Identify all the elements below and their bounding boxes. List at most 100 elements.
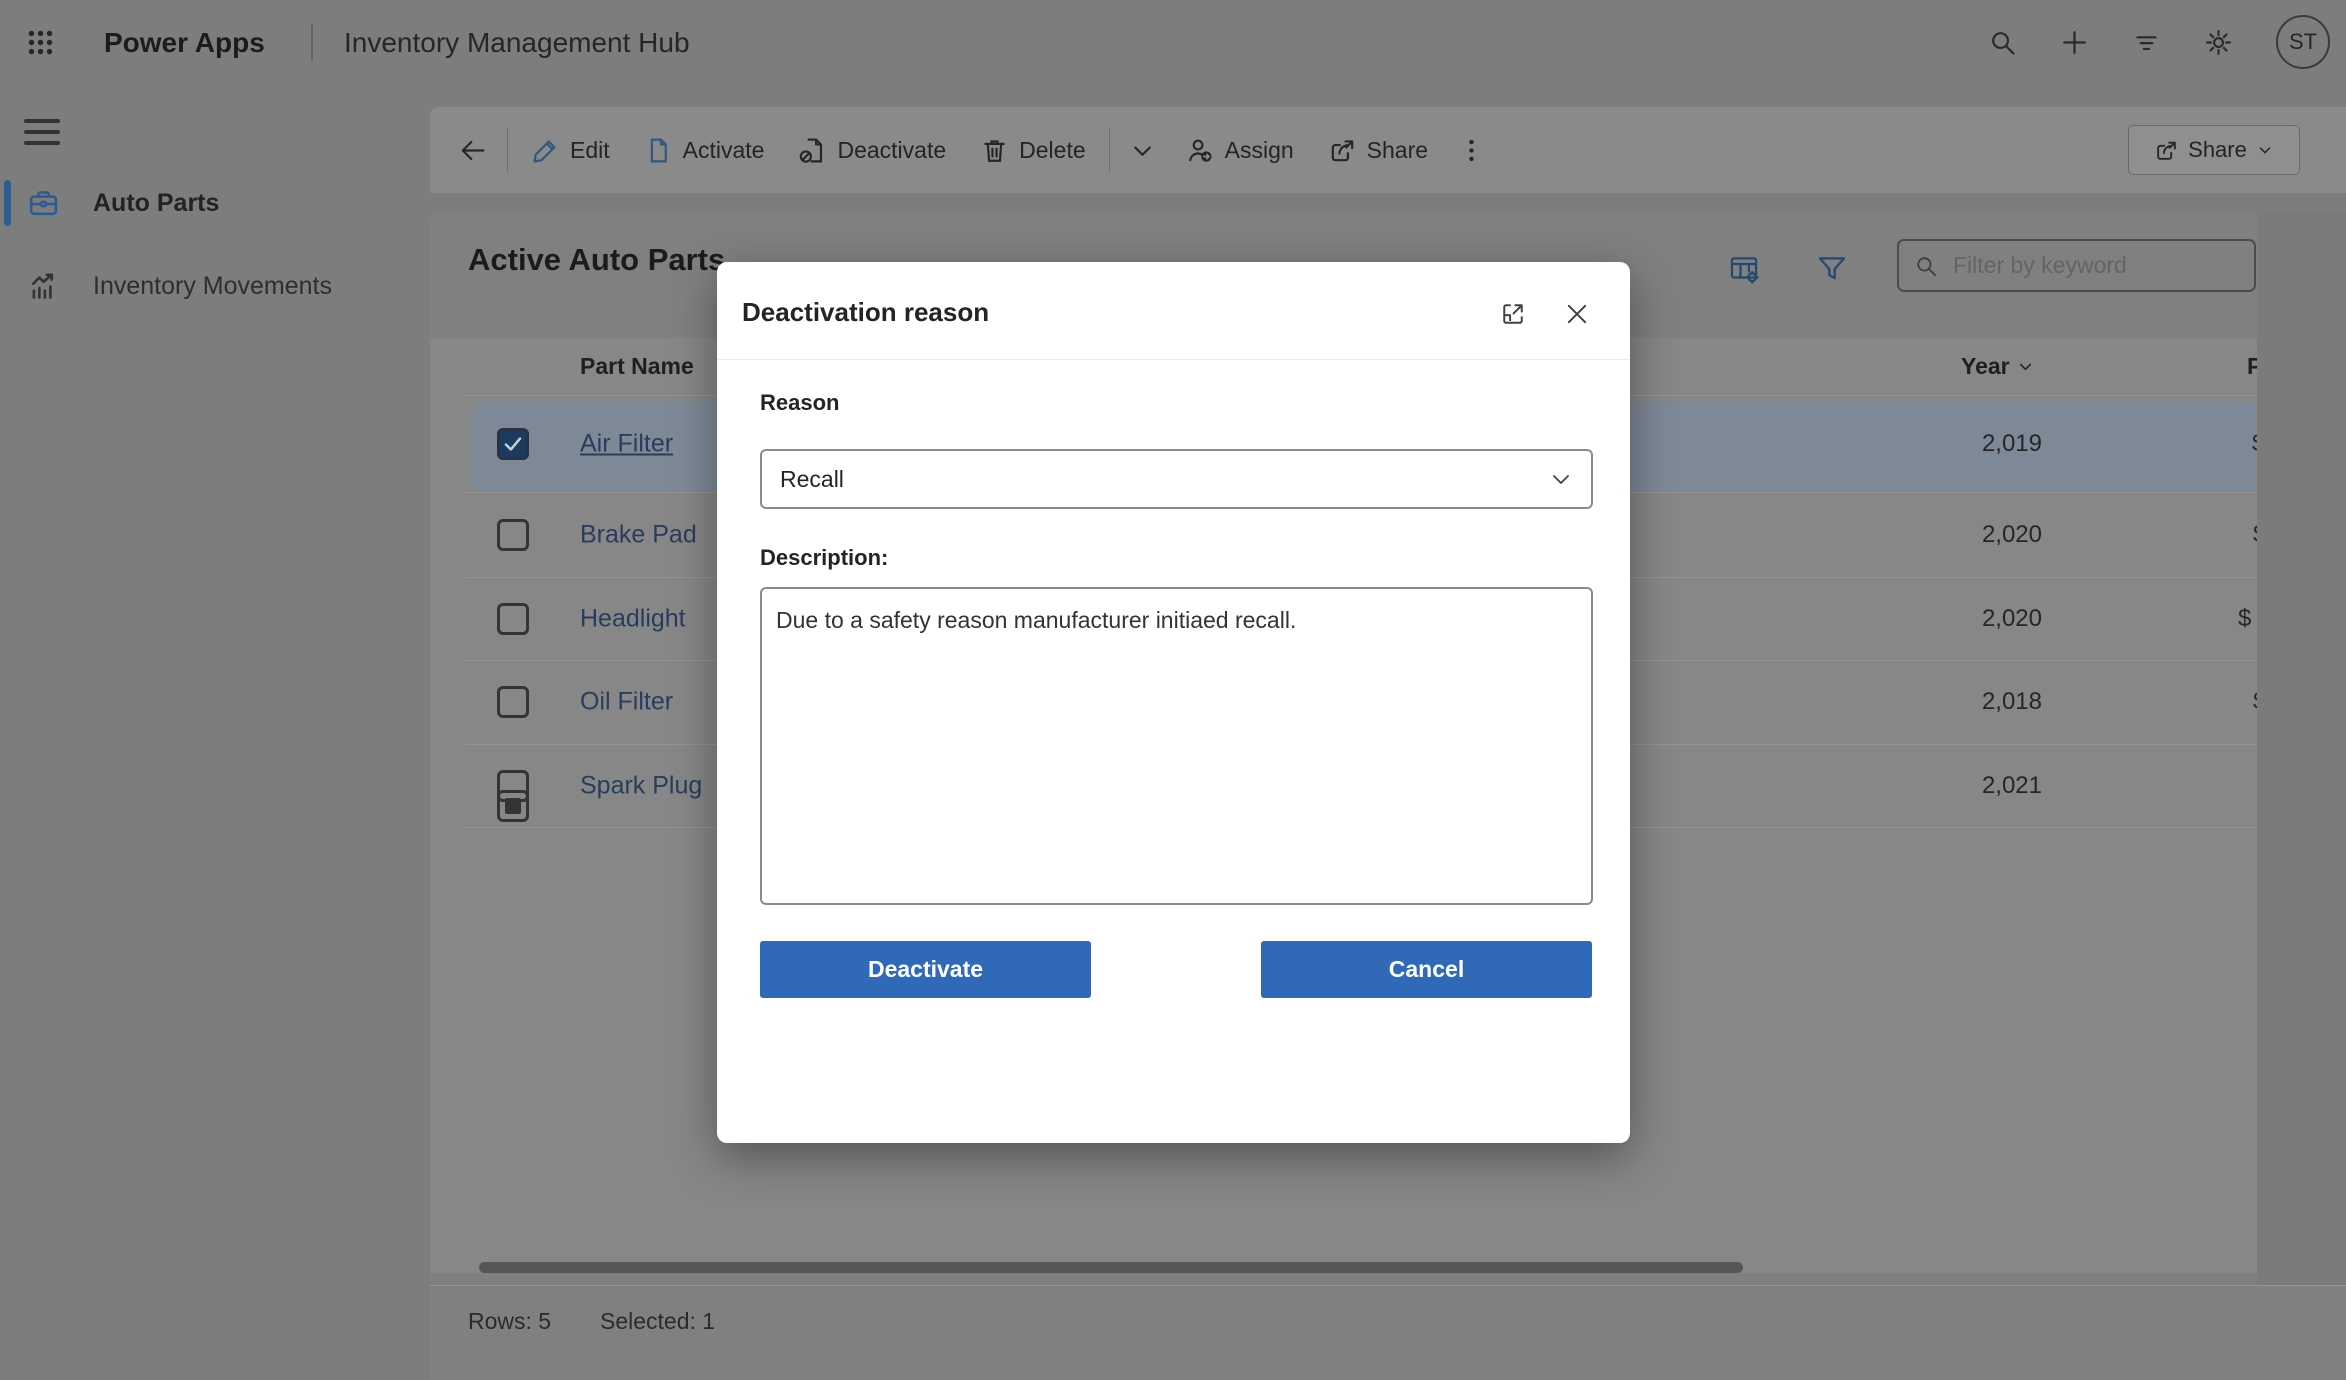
document-slash-icon	[798, 136, 827, 165]
avatar[interactable]: ST	[2276, 15, 2330, 69]
search-icon	[1913, 253, 1939, 279]
delete-button[interactable]: Delete	[963, 120, 1102, 180]
year-cell: 2,018	[1810, 688, 2042, 716]
year-cell: 2,021	[1810, 772, 2042, 800]
sort-chevron-icon	[2016, 357, 2035, 376]
deactivate-label: Deactivate	[837, 137, 946, 164]
reason-dropdown[interactable]: Recall	[760, 449, 1593, 509]
edit-columns-icon[interactable]	[1727, 252, 1761, 286]
row-checkbox[interactable]	[497, 686, 529, 718]
more-commands-chevron[interactable]	[1116, 120, 1169, 180]
search-icon[interactable]	[1987, 27, 2018, 58]
filter-lines-icon[interactable]	[2131, 27, 2162, 58]
checkmark-icon	[500, 431, 526, 457]
share-icon	[2154, 138, 2179, 163]
dialog-header-divider	[717, 359, 1630, 360]
row-checkbox[interactable]	[497, 519, 529, 551]
share-dropdown-button[interactable]: Share	[2128, 125, 2300, 175]
person-assign-icon	[1186, 136, 1215, 165]
reason-label: Reason	[760, 390, 839, 416]
description-label: Description:	[760, 545, 888, 571]
briefcase-icon	[27, 187, 60, 220]
part-name-link[interactable]: Headlight	[580, 604, 686, 633]
assign-label: Assign	[1225, 137, 1294, 164]
activate-label: Activate	[683, 137, 765, 164]
row-checkbox[interactable]	[497, 770, 529, 802]
column-header-price[interactable]: Price	[2247, 338, 2257, 395]
dialog-title: Deactivation reason	[742, 297, 989, 328]
cancel-button[interactable]: Cancel	[1261, 941, 1592, 998]
row-checkbox-checked[interactable]	[497, 428, 529, 460]
sidebar: Auto Parts Inventory Movements	[0, 85, 430, 1380]
popout-icon[interactable]	[1499, 300, 1527, 328]
title-divider	[311, 24, 313, 61]
gear-icon[interactable]	[2203, 27, 2234, 58]
sidebar-item-label: Auto Parts	[93, 171, 219, 235]
app-title: Inventory Management Hub	[344, 0, 690, 85]
edit-button[interactable]: Edit	[514, 120, 627, 180]
description-textarea[interactable]: Due to a safety reason manufacturer init…	[760, 587, 1593, 905]
year-cell: 2,019	[1810, 430, 2042, 458]
add-icon[interactable]	[2059, 27, 2090, 58]
grid-right-gutter	[2257, 212, 2346, 1285]
commandbar-divider	[507, 128, 508, 172]
deactivation-dialog: Deactivation reason Reason Recall Descri…	[717, 262, 1630, 1143]
close-icon[interactable]	[1563, 300, 1591, 328]
share-button-label: Share	[2188, 137, 2247, 163]
filter-keyword-input[interactable]	[1951, 251, 2240, 280]
command-bar: Edit Activate Deactivate Dele	[430, 107, 2346, 193]
row-checkbox[interactable]	[497, 603, 529, 635]
avatar-initials: ST	[2289, 29, 2317, 55]
sidebar-item-label: Inventory Movements	[93, 254, 332, 318]
keyword-filter-box	[1897, 239, 2256, 292]
column-header-part-name[interactable]: Part Name	[580, 338, 694, 395]
back-arrow-icon	[458, 136, 487, 165]
edit-label: Edit	[570, 137, 610, 164]
overflow-menu[interactable]	[1445, 120, 1498, 180]
edit-filters-icon[interactable]	[1815, 252, 1849, 286]
reason-selected-value: Recall	[780, 466, 1549, 493]
column-header-year[interactable]: Year	[1810, 338, 2035, 395]
commandbar-divider	[1109, 128, 1110, 172]
document-icon	[644, 136, 673, 165]
share-icon	[1328, 136, 1357, 165]
sidebar-item-inventory-movements[interactable]: Inventory Movements	[0, 254, 430, 318]
app-window: Power Apps Inventory Management Hub ST	[0, 0, 2346, 1380]
chevron-down-icon	[1128, 136, 1157, 165]
delete-label: Delete	[1019, 137, 1085, 164]
share-label: Share	[1367, 137, 1428, 164]
year-cell: 2,020	[1810, 605, 2042, 633]
view-title: Active Auto Parts	[468, 242, 725, 278]
trash-icon	[980, 136, 1009, 165]
part-name-link[interactable]: Spark Plug	[580, 771, 702, 800]
year-cell: 2,020	[1810, 521, 2042, 549]
vertical-ellipsis-icon	[1457, 136, 1486, 165]
footer-divider	[430, 1285, 2346, 1286]
deactivate-confirm-button[interactable]: Deactivate	[760, 941, 1091, 998]
activate-button[interactable]: Activate	[627, 120, 782, 180]
price-cell-fragment: $	[2238, 605, 2251, 633]
assign-button[interactable]: Assign	[1169, 120, 1311, 180]
pencil-icon	[531, 136, 560, 165]
back-button[interactable]	[430, 120, 501, 180]
chevron-down-icon	[1549, 467, 1573, 491]
hamburger-menu-icon[interactable]	[24, 119, 60, 145]
price-cell-fragment: $	[2253, 688, 2257, 716]
chevron-down-icon	[2256, 141, 2274, 159]
part-name-link[interactable]: Brake Pad	[580, 520, 697, 549]
part-name-link[interactable]: Oil Filter	[580, 688, 673, 717]
part-name-link[interactable]: Air Filter	[580, 429, 673, 458]
horizontal-scrollbar[interactable]	[479, 1262, 1743, 1273]
selected-count: Selected: 1	[600, 1308, 715, 1335]
share-command[interactable]: Share	[1311, 120, 1445, 180]
deactivate-button[interactable]: Deactivate	[781, 120, 963, 180]
selected-indicator	[4, 180, 11, 226]
brand-title: Power Apps	[104, 0, 265, 85]
waffle-menu-icon[interactable]	[25, 27, 56, 58]
rows-count: Rows: 5	[468, 1308, 551, 1335]
trending-chart-icon	[27, 270, 60, 303]
sidebar-item-auto-parts[interactable]: Auto Parts	[0, 171, 430, 235]
price-cell-fragment: $	[2253, 521, 2257, 549]
top-bar: Power Apps Inventory Management Hub ST	[0, 0, 2346, 85]
price-cell-fragment: $	[2252, 430, 2257, 458]
